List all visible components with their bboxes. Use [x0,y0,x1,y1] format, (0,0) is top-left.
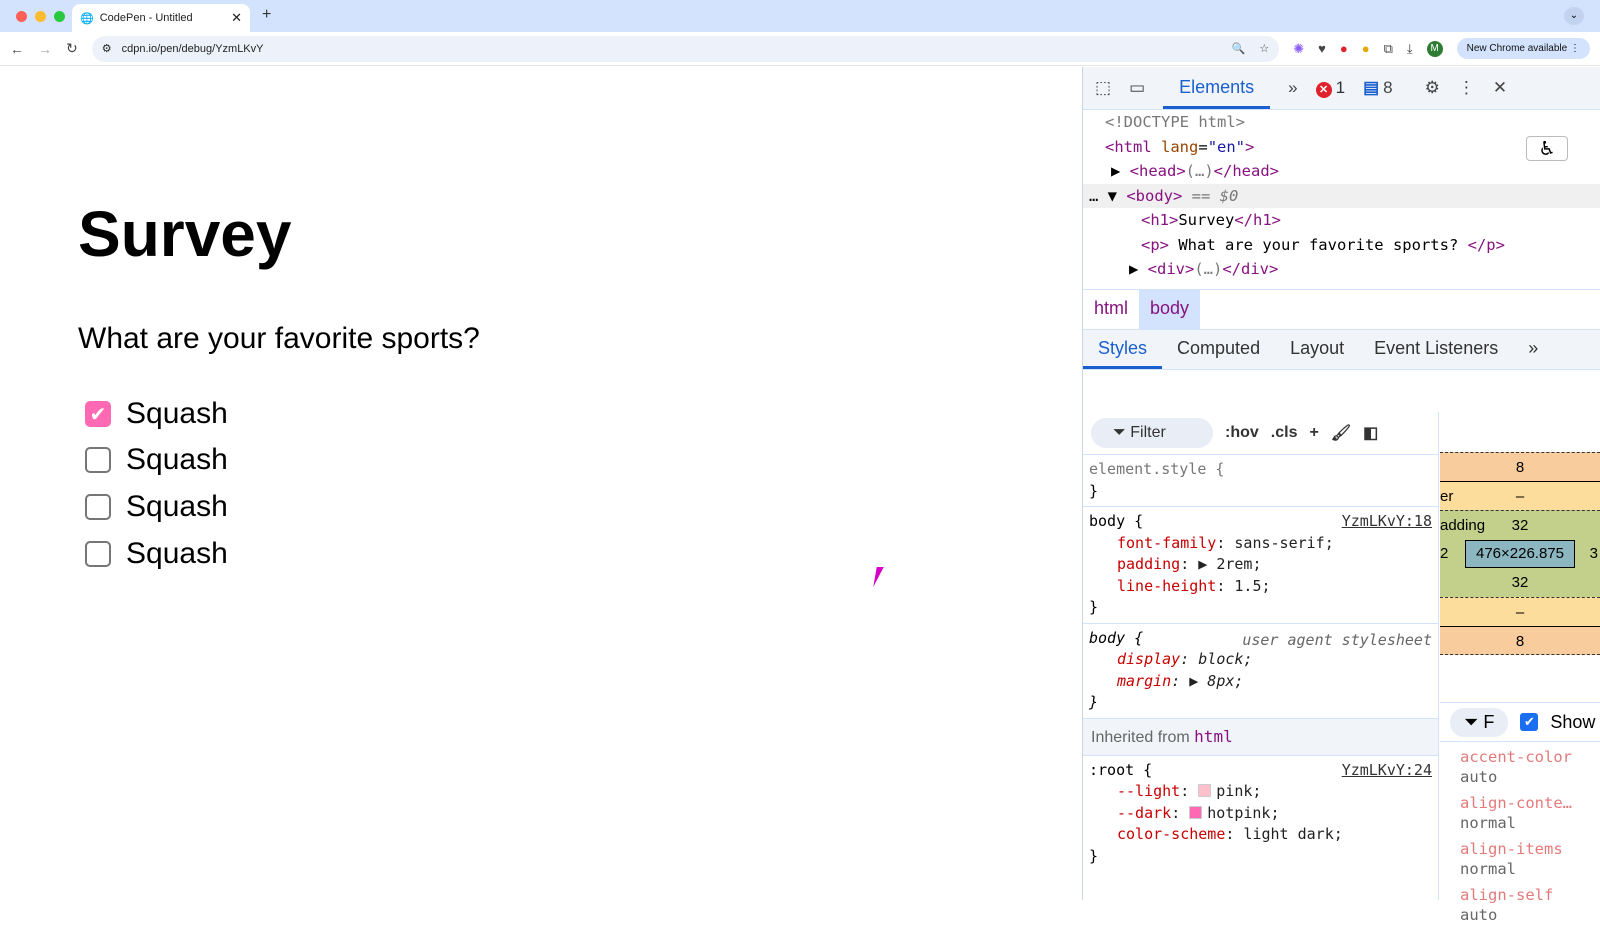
breadcrumb-html[interactable]: html [1083,290,1139,329]
styles-filter-input[interactable]: ⏷ Filter [1091,418,1213,448]
maximize-window-button[interactable] [54,11,65,22]
computed-properties: accent-color auto align-conte… normal alig… [1460,748,1572,924]
zoom-icon[interactable]: 🔍 [1232,42,1246,55]
dom-node-body[interactable]: … ▼ <body> == $0 [1083,183,1600,208]
inspect-element-icon[interactable]: ⬚ [1095,78,1111,98]
rule-body-user-agent[interactable]: body {user agent stylesheet display: blo… [1083,622,1438,718]
paint-brush-icon[interactable]: 🖌 [1331,423,1351,443]
tab-computed[interactable]: Computed [1162,330,1275,369]
devtools-panel: ⬚ ▭ Elements » ✕ 1 ▤ 8 ⚙ ⋮ ✕ <!DOCTYPE html> … [1082,67,1600,924]
extensions-puzzle-icon[interactable]: ⧉ [1384,41,1393,57]
extension-icon[interactable]: ♥ [1318,41,1326,57]
styles-tabs: Styles Computed Layout Event Listeners» [1083,330,1600,370]
avatar[interactable]: M [1426,40,1443,57]
tab-title: CodePen - Untitled [99,12,193,24]
dom-doctype: <!DOCTYPE html> [1105,113,1245,131]
dom-node-head[interactable]: ▶ <head>(…)</head> [1083,159,1600,184]
new-rule-icon[interactable]: + [1309,424,1318,442]
computed-filter-input[interactable]: ⏷ F [1450,707,1509,737]
hov-toggle[interactable]: :hov [1225,424,1259,442]
tab-layout[interactable]: Layout [1275,330,1359,369]
forward-icon[interactable]: → [38,41,52,57]
minimize-window-button[interactable] [35,11,46,22]
site-info-icon[interactable]: ⚙ [102,42,112,55]
message-count[interactable]: ▤ 8 [1363,78,1393,98]
more-tabs-icon[interactable]: » [1513,330,1553,369]
dom-node-p[interactable]: <p> What are your favorite sports? </p> [1083,233,1600,258]
breadcrumb: html body [1083,290,1600,330]
download-icon[interactable]: ⤓ [1407,41,1413,57]
back-icon[interactable]: ← [10,41,24,57]
accessibility-tree-button[interactable]: ♿ [1526,136,1568,161]
more-tabs-icon[interactable]: » [1288,78,1297,98]
new-chrome-available-button[interactable]: New Chrome available ⋮ [1456,38,1590,59]
option-checkbox[interactable]: Squash [85,443,228,477]
rule-root[interactable]: :root {YzmLKvY:24 --light: pink; --dark:… [1083,754,1438,872]
computed-sidebar: 8 er – adding 32 2 476×226.875 3 32 – 8 ⏷ F ✔… [1440,412,1600,924]
checkbox[interactable] [85,494,111,520]
survey-question: What are your favorite sports? [78,322,480,355]
checkbox-checked[interactable]: ✔ [85,401,111,427]
new-tab-button[interactable]: + [262,6,271,24]
dom-node-div[interactable]: ▶ <div>(…)</div> [1083,257,1600,282]
inherited-from-header: Inherited from html [1083,717,1438,755]
dom-tree: <!DOCTYPE html> <html lang="en"> ▶ <head… [1083,110,1600,290]
page-content: Survey What are your favorite sports? ✔ S… [0,67,1082,900]
reload-icon[interactable]: ↻ [66,40,78,57]
styles-pane: ⏷ Filter :hov .cls + 🖌 ◧ element.style {} bod… [1083,412,1439,900]
extension-icon[interactable]: ✺ [1293,41,1304,57]
option-checkbox[interactable]: Squash [85,490,228,524]
page-title: Survey [78,198,292,270]
color-swatch-hotpink[interactable] [1189,805,1203,819]
tab-search-chevron-icon[interactable]: ⌄ [1564,7,1584,25]
checkbox[interactable] [85,447,111,473]
extension-icon[interactable]: ● [1362,41,1370,57]
show-all-checkbox[interactable]: ✔ [1520,713,1539,731]
content-box[interactable]: 476×226.875 [1464,540,1575,568]
close-tab-icon[interactable]: ✕ [231,10,242,26]
tab-elements[interactable]: Elements [1163,67,1271,109]
source-link[interactable]: YzmLKvY:18 [1342,511,1432,533]
dom-node-html[interactable]: <html lang="en"> [1083,135,1600,160]
rule-body-author[interactable]: body {YzmLKvY:18 font-family: sans-serif… [1083,506,1438,623]
source-link[interactable]: YzmLKvY:24 [1342,760,1432,782]
rule-element-style[interactable]: element.style {} [1083,454,1438,506]
url-text[interactable]: cdpn.io/pen/debug/YzmLKvY [122,43,264,55]
dom-node-h1[interactable]: <h1>Survey</h1> [1083,208,1600,233]
extension-icon[interactable]: ● [1340,41,1348,57]
close-devtools-icon[interactable]: ✕ [1493,78,1507,98]
browser-toolbar: ← → ↻ ⚙ cdpn.io/pen/debug/YzmLKvY 🔍 ☆ ✺ ♥ ● ● ⧉ ⤓ M… [0,32,1600,66]
device-toolbar-icon[interactable]: ▭ [1129,78,1145,98]
mouse-cursor-icon [873,567,891,587]
option-checkbox[interactable]: Squash [85,537,228,571]
settings-gear-icon[interactable]: ⚙ [1425,78,1440,98]
close-window-button[interactable] [16,11,27,22]
bookmark-star-icon[interactable]: ☆ [1259,42,1269,55]
show-all-label: Show [1550,711,1596,732]
globe-icon: 🌐 [80,12,94,25]
browser-tab[interactable]: 🌐 CodePen - Untitled ✕ [72,4,250,32]
toggle-sidebar-icon[interactable]: ◧ [1363,423,1378,443]
window-controls[interactable] [16,11,65,22]
cls-toggle[interactable]: .cls [1271,424,1298,442]
box-model-diagram: 8 er – adding 32 2 476×226.875 3 32 – 8 [1440,452,1600,655]
address-bar[interactable]: ⚙ cdpn.io/pen/debug/YzmLKvY 🔍 ☆ [91,35,1280,62]
tab-event-listeners[interactable]: Event Listeners [1359,330,1513,369]
error-count[interactable]: ✕ 1 [1315,78,1345,98]
tab-styles[interactable]: Styles [1083,330,1163,369]
breadcrumb-body[interactable]: body [1139,290,1201,329]
option-checkbox[interactable]: ✔ Squash [85,397,228,431]
devtools-toolbar: ⬚ ▭ Elements » ✕ 1 ▤ 8 ⚙ ⋮ ✕ [1083,67,1600,110]
browser-tab-strip: 🌐 CodePen - Untitled ✕ + ⌄ [0,0,1600,32]
more-options-icon[interactable]: ⋮ [1458,78,1475,98]
color-swatch-pink[interactable] [1198,784,1212,797]
checkbox[interactable] [85,541,111,567]
